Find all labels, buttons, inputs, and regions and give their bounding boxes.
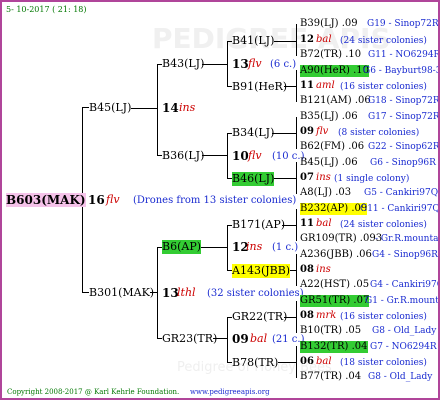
l3-b171-ins: ins [246,240,263,253]
l4-top-queen[interactable]: A90(HeR) .10 [300,65,369,77]
l4-bot-ref: G8 - Old_Lady [368,372,433,382]
l4-top-ref: G1 - Gr.R.mounta [365,296,440,306]
sire-queen[interactable]: B45(LJ) [89,101,131,115]
l4-num: 07 [300,172,314,183]
l3-b34-num: 10 [232,149,249,163]
l4-bot-queen[interactable]: B10(TR) .05 [300,325,361,337]
dam-ins: lthl [177,286,196,299]
l4-top-ref: G11 - Cankiri97Q [360,204,440,214]
l4-ins: bal [316,356,332,367]
l4-bot-ref: G8 - Old_Lady [372,326,437,336]
sire-ins: ins [179,101,196,114]
l4-num: 11 [300,218,314,229]
l4-num: 08 [300,264,314,275]
l4-top-ref: G6 - Sinop96R [370,158,436,168]
l4-note: (16 sister colonies) [340,82,427,92]
l4-note: (1 single colony) [334,174,410,184]
l4-bot-ref: G11 - NO6294R [368,50,440,60]
l4-top-queen[interactable]: B132(TR) .04 [300,341,368,353]
l4-top-ref: G7 - NO6294R [370,342,437,352]
l4-ins: ins [316,172,331,183]
footer-website-link[interactable]: www.pedigreeapis.org [190,386,270,398]
l3-b41-ins: flv [248,57,262,70]
l4-top-queen[interactable]: B39(LJ) .09 [300,18,358,30]
l4-bot-queen[interactable]: B72(TR) .10 [300,49,361,61]
l2-gr23-num: 09 [232,332,249,346]
l3-b34-ins: flv [248,149,262,162]
l3-queen-a143[interactable]: A143(JBB) [232,264,291,278]
l4-bot-queen[interactable]: A8(LJ) .03 [300,187,351,199]
l4-ins: flv [316,126,329,137]
sire-num: 14 [162,101,179,115]
l4-ins: bal [316,218,332,229]
l4-bot-queen[interactable]: A22(HST) .05 [300,279,369,291]
l2-queen-gr23[interactable]: GR23(TR) [162,332,217,346]
l4-top-queen[interactable]: GR51(TR) .07 [300,295,370,307]
root-note: (Drones from 13 sister colonies) [133,195,297,206]
l4-top-queen[interactable]: B35(LJ) .06 [300,111,358,123]
l4-note: (24 sister colonies) [340,220,427,230]
l4-note: (8 sister colonies) [338,128,420,138]
l4-num: 12 [300,34,314,45]
l4-bot-queen[interactable]: B62(FM) .06 [300,141,364,153]
l4-top-queen[interactable]: B232(AP) .09 [300,203,368,215]
l3-queen-b34[interactable]: B34(LJ) [232,126,274,140]
l4-top-ref: G6 - Bayburt98-3 [363,66,440,76]
l4-bot-queen[interactable]: GR109(TR) .093 [300,233,382,245]
l4-top-ref: G4 - Sinop96R [372,250,438,260]
l2-gr23-ins: bal [250,332,268,345]
l4-ins: bal [316,34,332,45]
root-queen[interactable]: B603(MAK) [6,193,86,207]
l4-bot-queen[interactable]: B77(TR) .04 [300,371,361,383]
footer-copyright: Copyright 2008-2017 @ Karl Kehrle Founda… [7,388,180,396]
l3-queen-b78[interactable]: B78(TR) [232,356,278,370]
l3-queen-b41[interactable]: B41(LJ) [232,34,274,48]
l4-note: (16 sister colonies) [340,312,427,322]
report-date: 5- 10-2017 ( 21: 18) [6,5,87,14]
l4-top-queen[interactable]: B45(LJ) .06 [300,157,358,169]
l4-num: 09 [300,126,314,137]
l4-top-ref: G17 - Sinop72R [368,112,440,122]
l4-note: (24 sister colonies) [340,36,427,46]
dam-queen[interactable]: B301(MAK) [89,286,154,300]
l4-ins: aml [316,80,335,91]
l4-top-queen[interactable]: A236(JBB) .06 [300,249,372,261]
l3-b171-note: (1 c.) [272,242,299,253]
l4-num: 11 [300,80,314,91]
l4-bot-queen[interactable]: B121(AM) .06 [300,95,371,107]
l3-b41-num: 13 [232,57,249,71]
l3-b41-note: (6 c.) [270,59,297,70]
l4-top-ref: G19 - Sinop72R [367,19,439,29]
l2-queen-b43[interactable]: B43(LJ) [162,57,204,71]
l4-bot-ref: G5 - Cankiri97Q [364,188,439,198]
l4-num: 06 [300,356,314,367]
l4-bot-ref: G4 - Cankiri97Q [370,280,440,290]
l4-ins: mrk [316,310,337,321]
l3-queen-b46[interactable]: B46(LJ) [232,172,275,186]
l4-num: 08 [300,310,314,321]
l4-bot-ref: G18 - Sinop72R [368,96,440,106]
l3-queen-gr22[interactable]: GR22(TR) [232,310,287,324]
l4-note: (18 sister colonies) [340,358,427,368]
l4-ins: ins [316,264,331,275]
l3-queen-b91[interactable]: B91(HeR) [232,80,287,94]
l3-queen-b171[interactable]: B171(AP) [232,218,285,232]
root-ins: flv [106,193,120,206]
l4-bot-ref: - Gr.R.mounta [375,234,439,244]
l2-queen-b6[interactable]: B6(AP) [162,240,202,254]
dam-note: (32 sister colonies) [207,288,304,299]
l2-queen-b36[interactable]: B36(LJ) [162,149,204,163]
l4-bot-ref: G22 - Sinop62R [368,142,440,152]
root-num: 16 [88,193,105,207]
pedigree-frame: PEDIGREE APIS Pedigree of Honey Bees 5- … [0,0,440,400]
